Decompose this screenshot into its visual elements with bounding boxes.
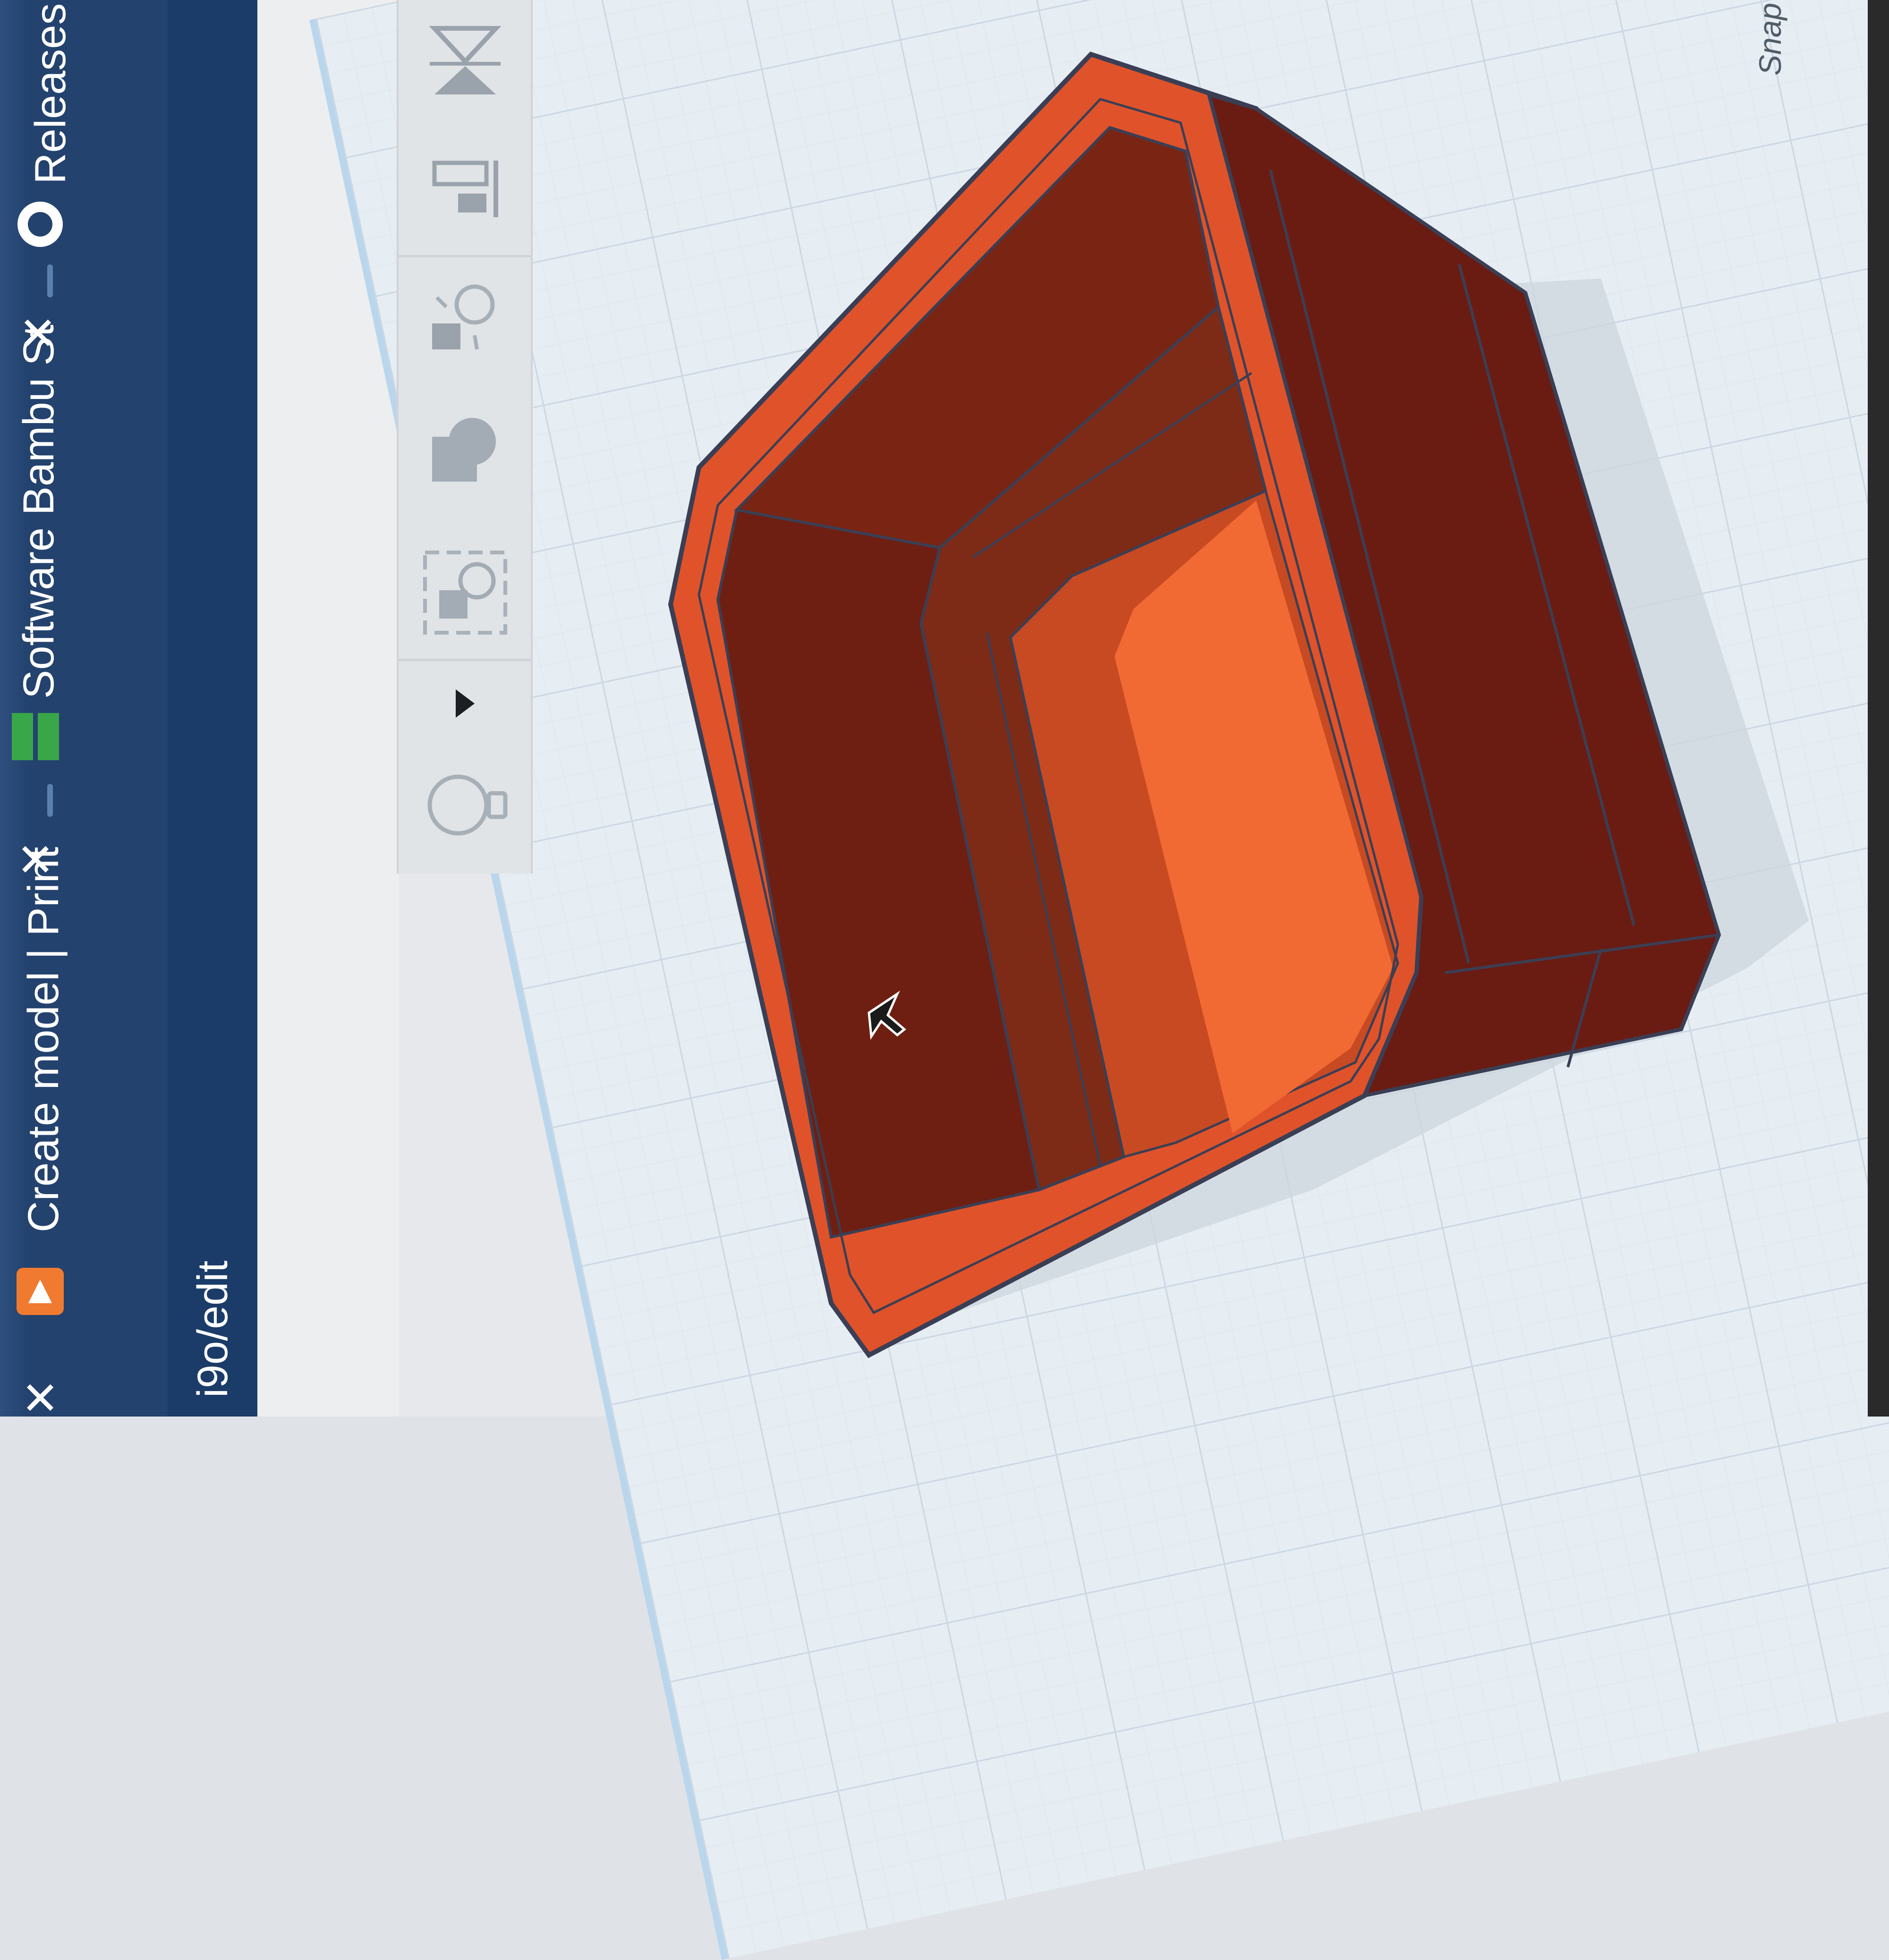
box-model[interactable] — [0, 0, 1889, 1417]
screen-bezel — [1868, 0, 1889, 1417]
snap-grid-label[interactable]: Snap — [1752, 3, 1788, 76]
